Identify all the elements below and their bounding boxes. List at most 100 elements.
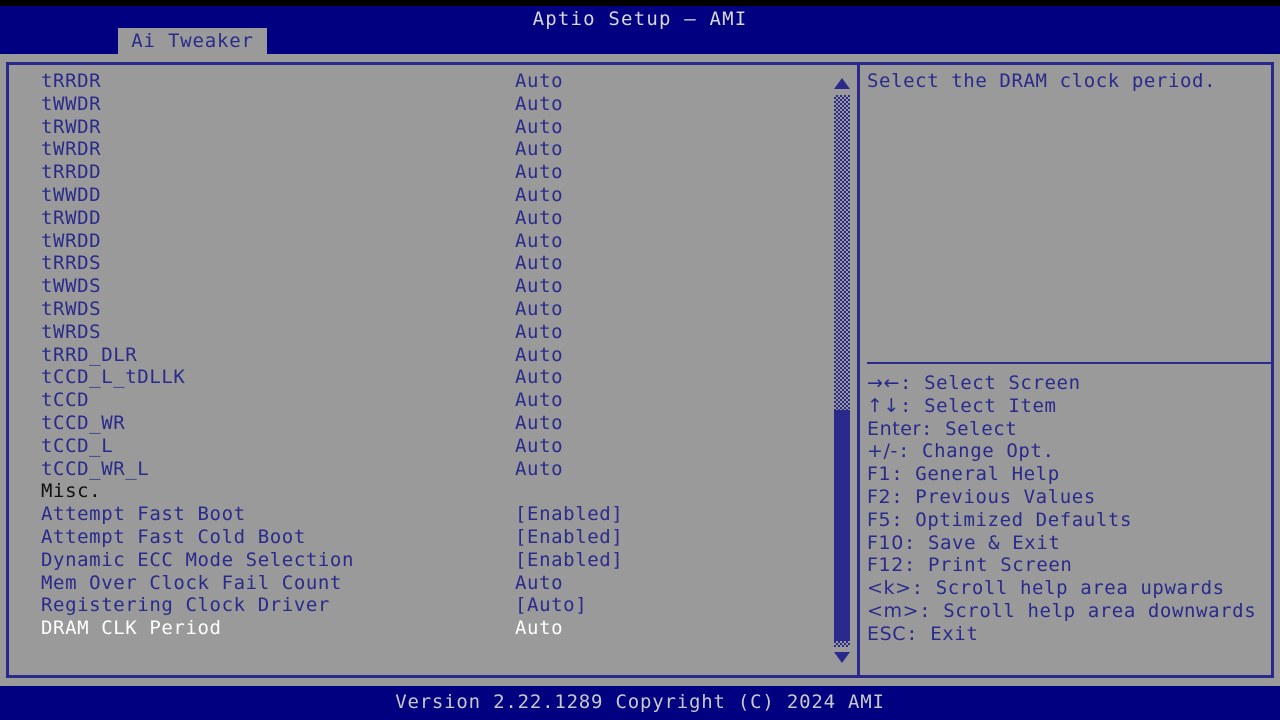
settings-row-label: tCCD: [41, 389, 89, 412]
settings-row[interactable]: Dynamic ECC Mode Selection[Enabled]: [9, 549, 829, 572]
settings-row[interactable]: tRWDS Auto: [9, 298, 829, 321]
settings-row[interactable]: tRWDR Auto: [9, 116, 829, 139]
settings-row-value[interactable]: Auto: [515, 435, 563, 458]
settings-row-value[interactable]: Auto: [515, 366, 563, 389]
settings-section-heading: Misc.: [9, 480, 829, 503]
key-legend-key: F1: [867, 463, 891, 485]
settings-row-value[interactable]: Auto: [515, 344, 563, 367]
settings-row-label: tCCD_WR: [41, 412, 125, 435]
key-legend-text: : Select: [921, 418, 1017, 440]
settings-row-value[interactable]: Auto: [515, 116, 563, 139]
settings-row-label: tRRDS: [41, 252, 101, 275]
key-legend-key: Enter: [867, 418, 921, 440]
key-legend-row: F10: Save & Exit: [867, 532, 1271, 555]
footer-bar: Version 2.22.1289 Copyright (C) 2024 AMI: [0, 686, 1280, 720]
settings-row-value[interactable]: [Auto]: [515, 594, 587, 617]
settings-row[interactable]: Attempt Fast Boot [Enabled]: [9, 503, 829, 526]
tab-strip: Ai Tweaker: [0, 28, 1280, 54]
key-legend-key: <m>: [867, 600, 919, 622]
settings-row-value[interactable]: [Enabled]: [515, 526, 623, 549]
content-panel-inner: tRRDRAutotWWDRAutotRWDRAutotWRDRAutotRRD…: [9, 65, 1271, 675]
settings-row-label: Misc.: [41, 480, 101, 503]
settings-scrollbar[interactable]: [831, 69, 853, 673]
key-legend-row: ↑↓: Select Item: [867, 395, 1271, 418]
settings-row[interactable]: tWWDS Auto: [9, 275, 829, 298]
settings-row-value[interactable]: Auto: [515, 321, 563, 344]
header-underline: [0, 54, 1280, 62]
key-legend-text: : Change Opt.: [898, 440, 1055, 462]
settings-row[interactable]: tWRDDAuto: [9, 230, 829, 253]
settings-row-value[interactable]: Auto: [515, 161, 563, 184]
settings-row[interactable]: tRRDR Auto: [9, 70, 829, 93]
settings-row-label: Registering Clock Driver: [41, 594, 330, 617]
settings-row-label: tWRDR: [41, 138, 101, 161]
key-legend-row: F1: General Help: [867, 463, 1271, 486]
scroll-down-arrow-icon[interactable]: [831, 647, 853, 667]
key-legend-row: +/-: Change Opt.: [867, 440, 1271, 463]
settings-row[interactable]: tWWDR Auto: [9, 93, 829, 116]
key-legend-key: ↑↓: [867, 395, 900, 417]
settings-row-label: tRRDD: [41, 161, 101, 184]
settings-row[interactable]: tRRDS Auto: [9, 252, 829, 275]
settings-row-label: tRWDS: [41, 298, 101, 321]
settings-row-value[interactable]: Auto: [515, 184, 563, 207]
tab-ai-tweaker[interactable]: Ai Tweaker: [118, 28, 267, 54]
key-legend-text: : Save & Exit: [904, 532, 1061, 554]
settings-row-value[interactable]: Auto: [515, 93, 563, 116]
settings-row-label: tRRD_DLR: [41, 344, 137, 367]
key-legend-text: : Scroll help area downwards: [919, 600, 1256, 622]
bios-setup-screen: Aptio Setup – AMI Ai Tweaker tRRDRAutotW…: [0, 0, 1280, 720]
settings-row-value[interactable]: Auto: [515, 230, 563, 253]
settings-row[interactable]: tRRDD Auto: [9, 161, 829, 184]
settings-row[interactable]: tCCD_LAuto: [9, 435, 829, 458]
settings-row-value[interactable]: [Enabled]: [515, 503, 623, 526]
settings-row-label: Attempt Fast Cold Boot: [41, 526, 306, 549]
settings-row[interactable]: Attempt Fast Cold Boot [Enabled]: [9, 526, 829, 549]
key-legend-row: F12: Print Screen: [867, 554, 1271, 577]
key-legend-row: →←: Select Screen: [867, 372, 1271, 395]
settings-row-label: tRWDR: [41, 116, 101, 139]
settings-row[interactable]: tRWDDAuto: [9, 207, 829, 230]
settings-row-label: tRRDR: [41, 70, 101, 93]
key-legend-row: F2: Previous Values: [867, 486, 1271, 509]
key-legend: →←: Select Screen↑↓: Select ItemEnter: S…: [867, 372, 1271, 646]
settings-row[interactable]: tCCD_L_tDLLKAuto: [9, 366, 829, 389]
settings-row-value[interactable]: Auto: [515, 298, 563, 321]
settings-row-value[interactable]: Auto: [515, 458, 563, 481]
settings-row[interactable]: tCCD_WR_LAuto: [9, 458, 829, 481]
settings-row[interactable]: tWRDSAuto: [9, 321, 829, 344]
key-legend-text: : Select Item: [900, 395, 1057, 417]
settings-row[interactable]: tCCD Auto: [9, 389, 829, 412]
settings-row-value[interactable]: Auto: [515, 275, 563, 298]
settings-row-value[interactable]: Auto: [515, 207, 563, 230]
settings-row-value[interactable]: Auto: [515, 389, 563, 412]
settings-row-label: tWWDD: [41, 184, 101, 207]
scroll-up-arrow-icon[interactable]: [831, 73, 853, 93]
settings-row[interactable]: Registering Clock Driver [Auto]: [9, 594, 829, 617]
key-legend-row: F5: Optimized Defaults: [867, 509, 1271, 532]
settings-row-value[interactable]: Auto: [515, 252, 563, 275]
key-legend-key: F5: [867, 509, 891, 531]
settings-row[interactable]: tRRD_DLR Auto: [9, 344, 829, 367]
settings-row[interactable]: tWWDD Auto: [9, 184, 829, 207]
settings-row-value[interactable]: Auto: [515, 70, 563, 93]
settings-row-label: Attempt Fast Boot: [41, 503, 246, 526]
key-legend-row: ESC: Exit: [867, 623, 1271, 646]
settings-row-value[interactable]: Auto: [515, 412, 563, 435]
key-legend-key: ESC: [867, 623, 906, 645]
help-panel: Select the DRAM clock period. →←: Select…: [860, 65, 1271, 675]
footer-gap: [0, 678, 1280, 686]
settings-row[interactable]: DRAM CLK PeriodAuto: [9, 617, 829, 640]
settings-row-value[interactable]: [Enabled]: [515, 549, 623, 572]
settings-row[interactable]: tCCD_WR Auto: [9, 412, 829, 435]
settings-row-label: tWWDS: [41, 275, 101, 298]
scrollbar-thumb[interactable]: [834, 410, 850, 641]
settings-row-value[interactable]: Auto: [515, 617, 563, 640]
settings-row-label: tWWDR: [41, 93, 101, 116]
settings-list: tRRDRAutotWWDRAutotRWDRAutotWRDRAutotRRD…: [9, 65, 829, 675]
settings-row-value[interactable]: Auto: [515, 138, 563, 161]
settings-row-value[interactable]: Auto: [515, 572, 563, 595]
key-legend-text: : Optimized Defaults: [891, 509, 1132, 531]
settings-row[interactable]: tWRDR Auto: [9, 138, 829, 161]
settings-row[interactable]: Mem Over Clock Fail CountAuto: [9, 572, 829, 595]
